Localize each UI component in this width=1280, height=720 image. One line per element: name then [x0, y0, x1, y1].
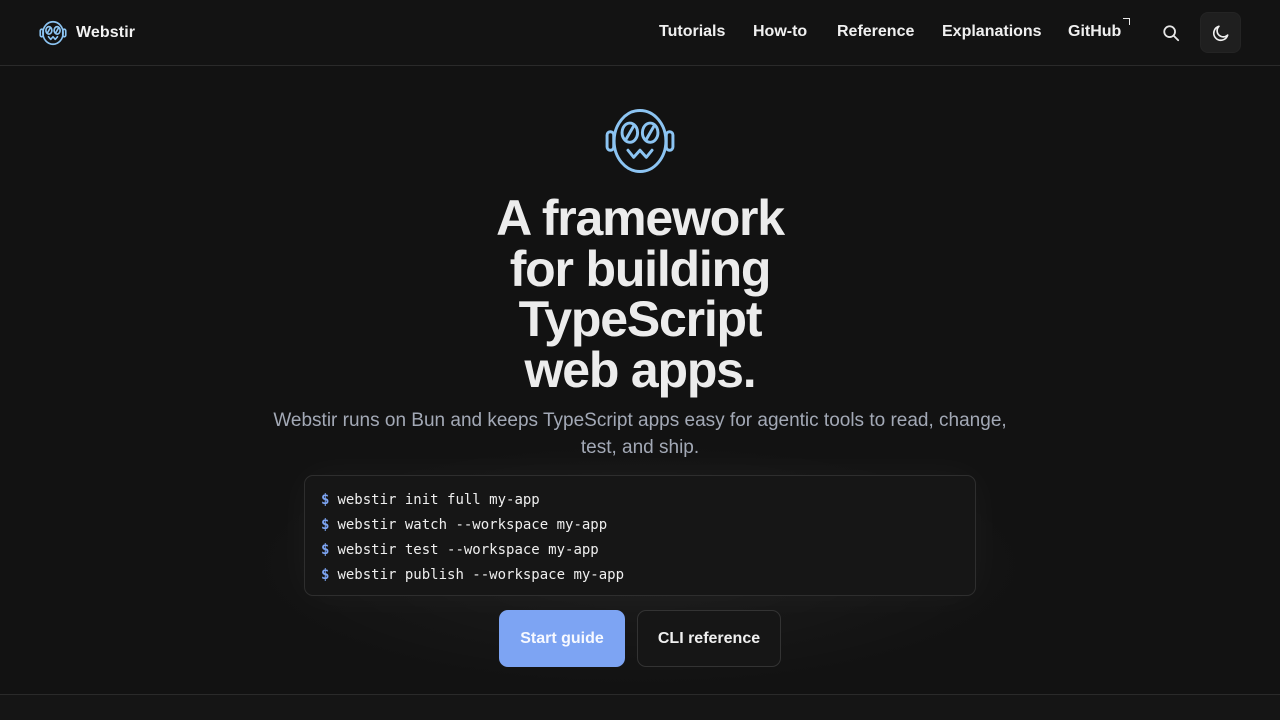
- search-icon: [1163, 25, 1180, 42]
- hero-subtitle: Webstir runs on Bun and keeps TypeScript…: [273, 410, 1007, 458]
- command-terminal: $ webstir init full my-app $ webstir watch…: [304, 475, 976, 596]
- start-guide-button[interactable]: Start guide: [499, 610, 625, 667]
- nav-github[interactable]: GitHub: [1068, 18, 1131, 42]
- webstir-logo-icon: [39, 20, 67, 46]
- terminal-command: webstir init full my-app: [337, 492, 540, 508]
- webstir-hero-logo-icon: [605, 108, 675, 174]
- terminal-prompt: $: [321, 567, 330, 583]
- terminal-prompt: $: [321, 542, 330, 558]
- terminal-line: $ webstir watch --workspace my-app: [321, 513, 959, 538]
- hero-title-line-3: TypeScript: [518, 291, 763, 347]
- nav-reference[interactable]: Reference: [837, 22, 914, 42]
- terminal-line: $ webstir publish --workspace my-app: [321, 563, 959, 588]
- hero-title-line-4: web apps.: [524, 341, 757, 398]
- terminal-command: webstir test --workspace my-app: [337, 542, 599, 558]
- section-divider: [0, 694, 1280, 720]
- site-header: Webstir Tutorials How-to Reference Expla…: [0, 0, 1280, 66]
- terminal-prompt: $: [321, 492, 330, 508]
- nav-how-to[interactable]: How-to: [753, 22, 807, 42]
- terminal-prompt: $: [321, 517, 330, 533]
- external-link-icon: [1123, 18, 1131, 25]
- terminal-command: webstir watch --workspace my-app: [337, 517, 608, 533]
- terminal-line: $ webstir init full my-app: [321, 488, 959, 513]
- nav-explanations[interactable]: Explanations: [942, 22, 1042, 42]
- terminal-command: webstir publish --workspace my-app: [337, 567, 625, 583]
- theme-toggle-button[interactable]: [1200, 12, 1241, 53]
- brand-link[interactable]: Webstir: [38, 17, 135, 49]
- hero-title: A framework for building TypeScript web …: [340, 193, 940, 395]
- cli-reference-button[interactable]: CLI reference: [637, 610, 781, 667]
- nav-github-label: GitHub: [1068, 23, 1122, 40]
- search-button[interactable]: [1158, 20, 1184, 46]
- moon-icon: [1212, 25, 1228, 41]
- hero-title-line-2: for building: [509, 240, 772, 297]
- brand-name: Webstir: [76, 24, 136, 41]
- terminal-line: $ webstir test --workspace my-app: [321, 538, 959, 563]
- page: Webstir Tutorials How-to Reference Expla…: [0, 0, 1280, 720]
- hero-title-line-1: A framework: [496, 190, 785, 246]
- nav-tutorials[interactable]: Tutorials: [659, 22, 725, 42]
